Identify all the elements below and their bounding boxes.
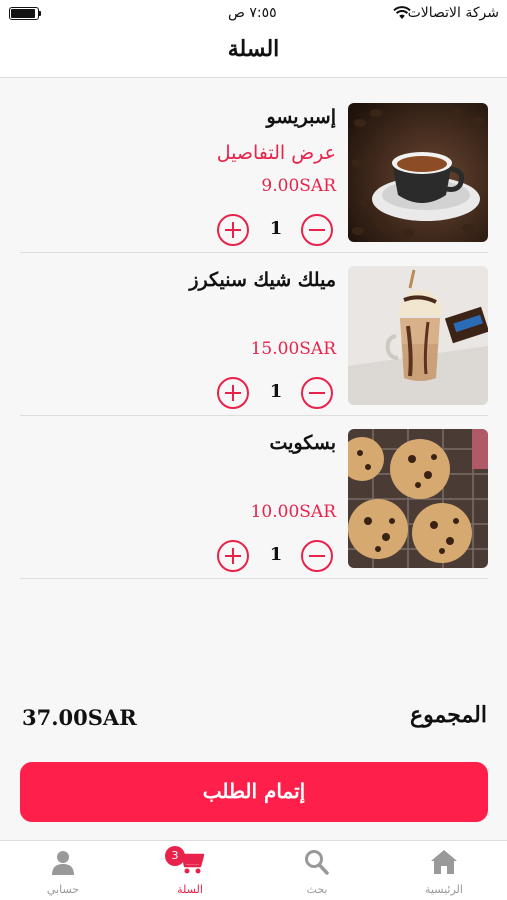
tab-cart[interactable]: 3 السلة	[127, 841, 253, 900]
tab-label: السلة	[177, 883, 203, 896]
item-price: 15.00SAR	[250, 339, 336, 359]
item-name: إسبريسو	[266, 106, 336, 128]
increase-quantity-button[interactable]	[217, 540, 249, 572]
item-quantity: 1	[269, 544, 283, 565]
item-name: بسكويت	[269, 432, 337, 454]
cart-item-espresso[interactable]: إسبريسو عرض التفاصيل 9.00SAR 1	[20, 90, 488, 253]
cart-list: إسبريسو عرض التفاصيل 9.00SAR 1 ميلك شيك …	[20, 90, 488, 579]
battery-icon	[9, 7, 39, 20]
total-value: 37.00SAR	[22, 705, 137, 730]
decrease-quantity-button[interactable]	[301, 377, 333, 409]
increase-quantity-button[interactable]	[217, 214, 249, 246]
status-time: ٧:٥٥ ص	[228, 5, 277, 21]
page-title: السلة	[227, 36, 280, 62]
tab-search[interactable]: بحث	[254, 841, 380, 900]
view-details-link[interactable]: عرض التفاصيل	[217, 142, 336, 164]
item-quantity: 1	[269, 218, 283, 239]
status-bar: شركة الاتصالات ٧:٥٥ ص	[0, 0, 507, 28]
item-price: 9.00SAR	[261, 176, 336, 196]
tab-account[interactable]: حسابي	[0, 841, 126, 900]
tab-bar: حسابي 3 السلة بحث الرئيسية	[0, 840, 507, 900]
snickers-milkshake-image[interactable]	[348, 266, 488, 405]
increase-quantity-button[interactable]	[217, 377, 249, 409]
item-quantity: 1	[269, 381, 283, 402]
cookies-image[interactable]	[348, 429, 488, 568]
cart-item-cookies[interactable]: بسكويت 10.00SAR 1	[20, 416, 488, 579]
tab-label: حسابي	[46, 883, 80, 896]
search-icon	[305, 850, 329, 875]
cart-item-milkshake[interactable]: ميلك شيك سنيكرز 15.00SAR 1	[20, 253, 488, 416]
battery-cap	[39, 11, 41, 16]
tab-label: الرئيسية	[425, 883, 463, 896]
checkout-button[interactable]: إتمام الطلب	[20, 762, 488, 822]
total-label: المجموع	[410, 702, 487, 728]
wifi-icon	[393, 6, 411, 19]
carrier-name: شركة الاتصالات	[407, 5, 499, 21]
home-icon	[431, 850, 457, 874]
item-price: 10.00SAR	[250, 502, 336, 522]
tab-label: بحث	[306, 883, 328, 896]
tab-home[interactable]: الرئيسية	[381, 841, 507, 900]
person-icon	[52, 851, 74, 875]
cart-count-badge: 3	[165, 846, 185, 866]
decrease-quantity-button[interactable]	[301, 540, 333, 572]
espresso-cup-image[interactable]	[348, 103, 488, 242]
navigation-bar: السلة	[0, 28, 507, 78]
decrease-quantity-button[interactable]	[301, 214, 333, 246]
item-name: ميلك شيك سنيكرز	[189, 269, 336, 291]
